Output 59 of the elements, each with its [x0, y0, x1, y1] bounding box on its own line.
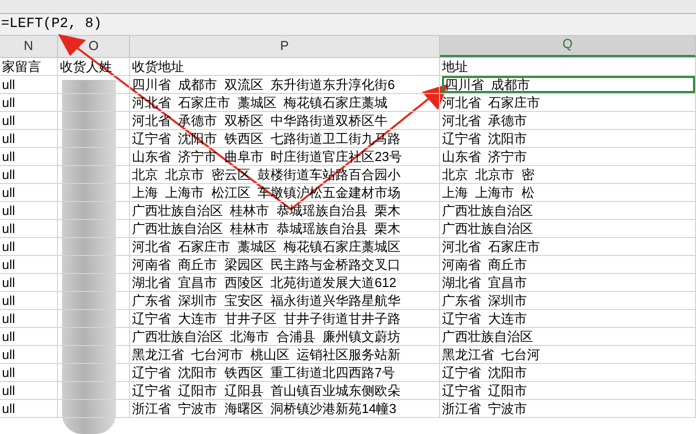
table-cell: 湖北省 宜昌市: [442, 274, 528, 291]
table-cell: 广西壮族自治区 桂林市 恭城瑶族自治县 栗木: [132, 203, 401, 218]
table-cell: 家留言: [2, 59, 41, 74]
table-cell: 广西壮族自治区 北海市 合浦县 廉州镇文蔚坊: [132, 329, 401, 344]
table-cell: 黑龙江省 七台河市 桃山区 运销社区服务站新: [132, 347, 401, 362]
table-cell: 上海 上海市 松: [442, 184, 534, 201]
table-cell: ull: [2, 365, 16, 380]
table-cell: 北京 北京市 密: [442, 166, 534, 183]
table-cell: 辽宁省 沈阳市 铁西区 重工街道北四西路7号: [132, 365, 395, 380]
table-cell: 辽宁省 辽阳市 辽阳县 首山镇百业城东侧欧朵: [132, 383, 401, 398]
table-cell: 黑龙江省 七台河: [442, 346, 540, 363]
table-cell: 上海 上海市 松江区 车墩镇沪松五金建材市场: [132, 185, 401, 200]
table-cell: ull: [2, 383, 16, 398]
table-cell: 广西壮族自治区: [442, 202, 533, 219]
table-cell: ull: [2, 113, 16, 128]
table-cell: ull: [2, 149, 16, 164]
table-cell: ull: [2, 347, 16, 362]
table-cell: 辽宁省 大连市: [442, 310, 528, 327]
table-cell: 收货地址: [132, 59, 184, 74]
table-cell: 河北省 石家庄市 藁城区 梅花镇石家庄藁城区: [132, 239, 401, 254]
table-cell: ull: [2, 293, 16, 308]
table-cell: ull: [2, 311, 16, 326]
formula-bar[interactable]: =LEFT(P2, 8): [0, 14, 696, 36]
table-cell: ull: [2, 221, 16, 236]
table-cell: ull: [2, 203, 16, 218]
table-cell: ull: [2, 131, 16, 146]
table-cell: 河北省 石家庄市: [442, 94, 540, 111]
table-cell: 湖北省 宜昌市 西陵区 北苑街道发展大道612: [132, 275, 396, 290]
column-header[interactable]: N: [0, 36, 58, 57]
table-cell: ull: [2, 257, 16, 272]
table-cell: 辽宁省 辽阳市: [442, 382, 528, 399]
table-cell: 四川省 成都市: [442, 76, 695, 93]
table-cell: ull: [2, 239, 16, 254]
column-header[interactable]: Q: [440, 36, 696, 57]
table-cell: ull: [2, 401, 16, 416]
table-cell: 辽宁省 大连市 甘井子区 甘井子街道甘井子路: [132, 311, 401, 326]
table-cell: 河北省 石家庄市: [442, 238, 540, 255]
table-cell: ull: [2, 329, 16, 344]
table-cell: ull: [2, 167, 16, 182]
table-cell: 河北省 承德市 双桥区 中华路街道双桥区牛: [132, 113, 388, 128]
table-cell: 广东省 深圳市: [442, 292, 528, 309]
table-cell: 广西壮族自治区 桂林市 恭城瑶族自治县 栗木: [132, 221, 401, 236]
table-cell: 广东省 深圳市 宝安区 福永街道兴华路星航华: [132, 293, 401, 308]
table-cell: 地址: [442, 58, 468, 75]
table-cell: 辽宁省 沈阳市: [442, 130, 528, 147]
table-cell: 浙江省 宁波市: [442, 400, 528, 417]
table-cell: 四川省 成都市 双流区 东升街道东升淳化街6: [132, 77, 395, 92]
table-cell: 河北省 承德市: [442, 112, 528, 129]
table-cell: ull: [2, 77, 16, 92]
table-cell: 河南省 商丘市 梁园区 民主路与金桥路交叉口: [132, 257, 401, 272]
table-cell: 浙江省 宁波市 海曙区 洞桥镇沙港新苑14幢3: [132, 401, 396, 416]
table-cell: 辽宁省 沈阳市: [442, 364, 528, 381]
table-cell: 河南省 商丘市: [442, 256, 528, 273]
table-cell: 广西壮族自治区: [442, 328, 533, 345]
table-cell: ull: [2, 95, 16, 110]
table-cell: 山东省 济宁市: [442, 148, 528, 165]
table-cell: 广西壮族自治区: [442, 220, 533, 237]
table-cell: ull: [2, 185, 16, 200]
table-cell: ull: [2, 275, 16, 290]
